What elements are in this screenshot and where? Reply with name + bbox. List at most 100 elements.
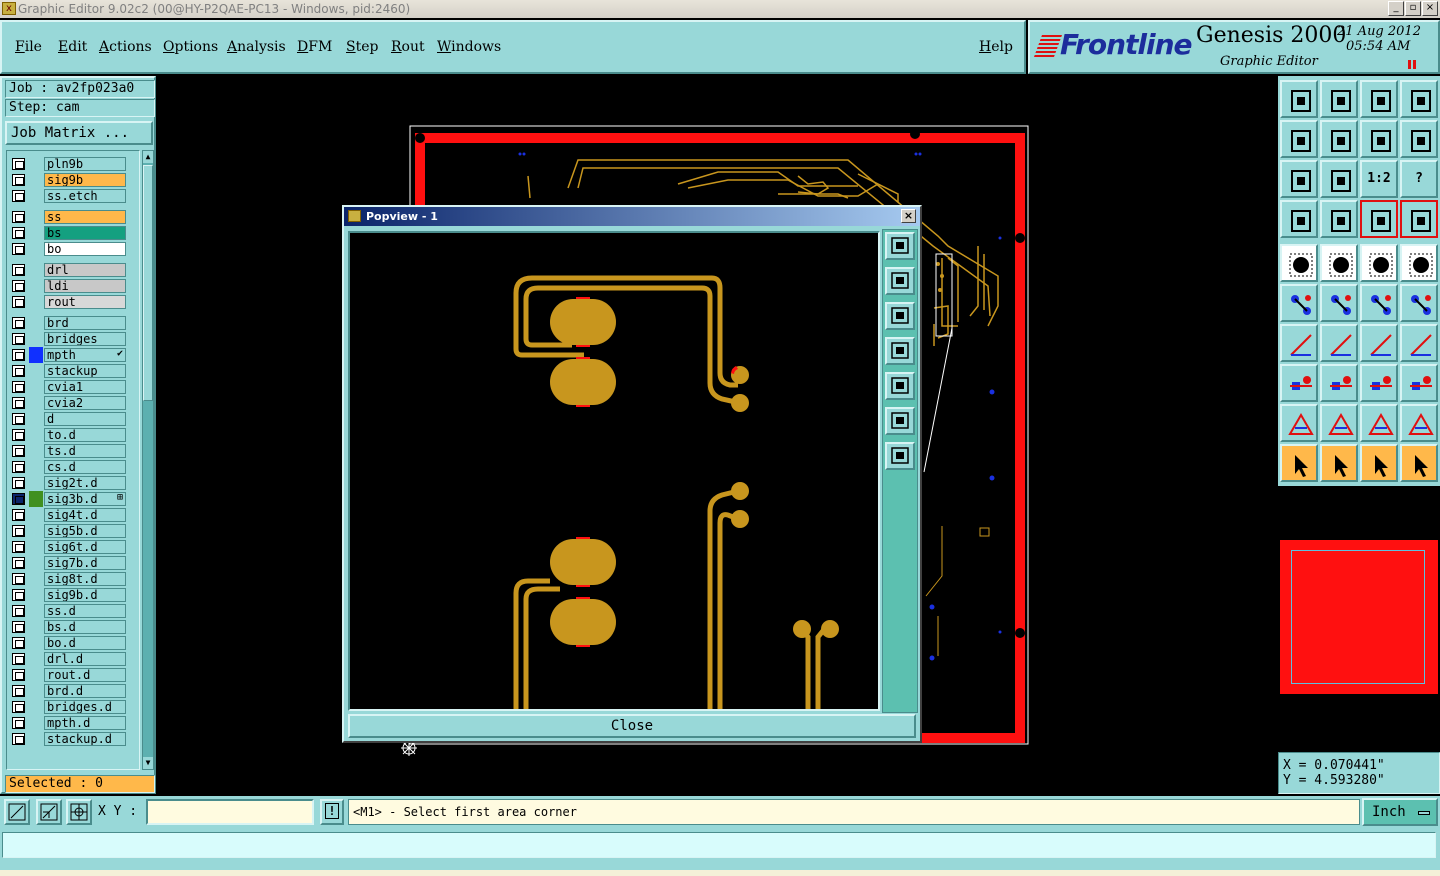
move-button[interactable] — [1360, 284, 1398, 322]
layer-affected-indicator[interactable] — [29, 188, 43, 204]
layer-affected-indicator[interactable] — [29, 262, 43, 278]
layer-display-checkbox[interactable] — [12, 653, 25, 665]
layer-row[interactable]: bs.d — [9, 619, 139, 635]
layer-display-checkbox[interactable] — [12, 413, 25, 425]
layer-affected-indicator[interactable] — [29, 278, 43, 294]
popview-zoom-right-button[interactable] — [885, 372, 915, 400]
ruler-button[interactable] — [1360, 244, 1398, 282]
layer-display-checkbox[interactable] — [12, 637, 25, 649]
layer-display-checkbox[interactable] — [12, 317, 25, 329]
delete-button[interactable] — [1320, 284, 1358, 322]
layer-display-checkbox[interactable] — [12, 365, 25, 377]
snap-button[interactable] — [36, 799, 62, 825]
layer-display-checkbox[interactable] — [12, 333, 25, 345]
layer-affected-indicator[interactable] — [29, 539, 43, 555]
add-pad-button[interactable] — [1280, 244, 1318, 282]
grid-button[interactable] — [66, 799, 92, 825]
circle-pad-button[interactable] — [1400, 244, 1438, 282]
resize-button[interactable] — [1400, 364, 1438, 402]
popview-zoom-up-button[interactable] — [885, 267, 915, 295]
scroll-thumb[interactable] — [143, 165, 153, 401]
minimize-button[interactable]: _ — [1388, 1, 1404, 16]
layer-row[interactable]: drl — [9, 262, 139, 278]
layer-affected-indicator[interactable] — [29, 475, 43, 491]
layer-row[interactable]: pln9b — [9, 156, 139, 172]
layer-display-checkbox[interactable] — [12, 429, 25, 441]
popview-zoom-left-button[interactable] — [885, 337, 915, 365]
layer-affected-indicator[interactable] — [29, 427, 43, 443]
layer-affected-indicator[interactable] — [29, 443, 43, 459]
layer-row[interactable]: bo.d — [9, 635, 139, 651]
popview-close-x-button[interactable]: × — [901, 209, 916, 223]
layer-row[interactable]: sig9b.d — [9, 587, 139, 603]
layer-affected-indicator[interactable] — [29, 491, 43, 507]
layer-affected-indicator[interactable] — [29, 241, 43, 257]
layer-affected-indicator[interactable] — [29, 603, 43, 619]
close-window-button[interactable]: × — [1422, 1, 1438, 16]
menu-rout[interactable]: Rout — [391, 39, 425, 55]
layer-display-checkbox[interactable] — [12, 397, 25, 409]
layer-affected-indicator[interactable] — [29, 395, 43, 411]
center-button[interactable] — [1320, 160, 1358, 198]
route-button[interactable] — [1400, 444, 1438, 482]
layer-row[interactable]: to.d — [9, 427, 139, 443]
select-edit-button[interactable] — [1360, 444, 1398, 482]
job-matrix-button[interactable]: Job Matrix ... — [5, 121, 153, 145]
layer-display-checkbox[interactable] — [12, 525, 25, 537]
menu-actions[interactable]: Actions — [99, 39, 152, 55]
layer-affected-indicator[interactable] — [29, 587, 43, 603]
layer-affected-indicator[interactable] — [29, 459, 43, 475]
layer-row[interactable]: ss — [9, 209, 139, 225]
mirror-button[interactable] — [1400, 324, 1438, 362]
layer-row[interactable]: cs.d — [9, 459, 139, 475]
layer-display-checkbox[interactable] — [12, 493, 25, 505]
pan-left-button[interactable] — [1280, 120, 1318, 158]
layer-row[interactable]: sig2t.d — [9, 475, 139, 491]
swap-button[interactable] — [1360, 120, 1398, 158]
layer-row[interactable]: brd — [9, 315, 139, 331]
zoom-bottom-button[interactable] — [1320, 80, 1358, 118]
menu-analysis[interactable]: Analysis — [227, 39, 286, 55]
layer-row[interactable]: drl.d — [9, 651, 139, 667]
popview-zoom-down-button[interactable] — [885, 302, 915, 330]
layer-row[interactable]: sig6t.d — [9, 539, 139, 555]
layer-display-checkbox[interactable] — [12, 509, 25, 521]
fit-all-button[interactable] — [1280, 160, 1318, 198]
layer-display-checkbox[interactable] — [12, 445, 25, 457]
layer-affected-indicator[interactable] — [29, 315, 43, 331]
layer-affected-indicator[interactable] — [29, 347, 43, 363]
unit-selector[interactable]: Inch — [1362, 798, 1438, 826]
layer-row[interactable]: mpth ✔ — [9, 347, 139, 363]
layer-affected-indicator[interactable] — [29, 411, 43, 427]
layer-row[interactable]: ts.d — [9, 443, 139, 459]
layer-row[interactable]: ss.d — [9, 603, 139, 619]
select-button[interactable] — [1280, 444, 1318, 482]
layer-display-checkbox[interactable] — [12, 669, 25, 681]
probe-button[interactable] — [1320, 200, 1358, 238]
select-add-button[interactable] — [1320, 444, 1358, 482]
layer-affected-indicator[interactable] — [29, 555, 43, 571]
layer-affected-indicator[interactable] — [29, 571, 43, 587]
layer-affected-indicator[interactable] — [29, 225, 43, 241]
layer-row[interactable]: sig9b — [9, 172, 139, 188]
layer-list-scrollbar[interactable]: ▲ ▼ — [142, 150, 154, 770]
one-to-two-button[interactable]: 1:2 — [1360, 160, 1398, 198]
connect-button[interactable] — [1280, 284, 1318, 322]
dimension-button[interactable] — [1360, 364, 1398, 402]
layer-display-checkbox[interactable] — [12, 349, 25, 361]
layer-display-checkbox[interactable] — [12, 264, 25, 276]
layer-display-checkbox[interactable] — [12, 190, 25, 202]
layer-row[interactable]: sig8t.d — [9, 571, 139, 587]
layer-row[interactable]: bo — [9, 241, 139, 257]
menu-dfm[interactable]: DFM — [297, 39, 332, 55]
layer-row[interactable]: rout — [9, 294, 139, 310]
line-button[interactable] — [1320, 324, 1358, 362]
add-line-button[interactable] — [1320, 244, 1358, 282]
layer-row[interactable]: sig4t.d — [9, 507, 139, 523]
layer-display-checkbox[interactable] — [12, 733, 25, 745]
menu-options[interactable]: Options — [163, 39, 218, 55]
popview-close-button[interactable]: Close — [348, 714, 916, 738]
scroll-up-icon[interactable]: ▲ — [143, 151, 153, 163]
layer-affected-indicator[interactable] — [29, 363, 43, 379]
layer-display-checkbox[interactable] — [12, 461, 25, 473]
